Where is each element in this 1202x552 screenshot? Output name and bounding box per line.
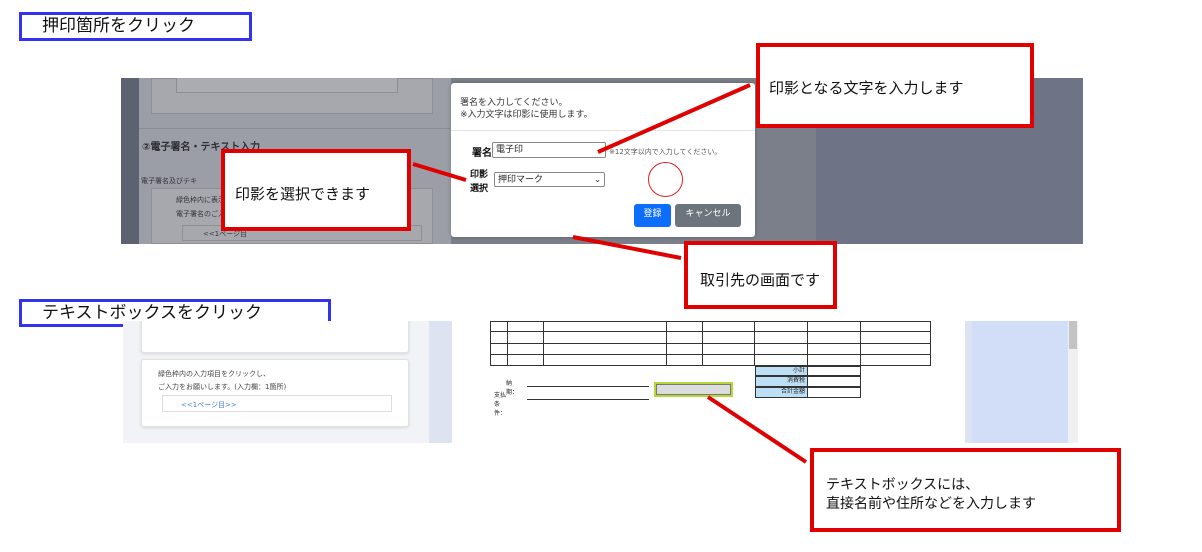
- delivery-label: 納期：: [506, 380, 519, 396]
- sign-input[interactable]: 電子印: [492, 142, 606, 158]
- lower-card-line1: 緑色枠内の入力項目をクリックし、: [158, 370, 270, 378]
- scrollbar[interactable]: [1068, 321, 1078, 443]
- callout-textbox-line1: テキストボックスには、: [826, 477, 980, 493]
- subtotal-value: [807, 366, 861, 376]
- lower-link-box[interactable]: <<1ページ目>>: [162, 395, 392, 412]
- table-row-line: [490, 331, 931, 332]
- callout-input-text-label: 印影となる文字を入力します: [769, 79, 964, 97]
- signature-modal: 署名を入力してください。 ※入力文字は印影に使用します。 署名 電子印 ※12文…: [451, 83, 755, 237]
- delivery-line: [527, 386, 649, 387]
- scrollbar-thumb[interactable]: [1069, 321, 1077, 349]
- seal-select-value: 押印マーク: [498, 175, 544, 185]
- modal-header: 署名を入力してください。 ※入力文字は印影に使用します。: [451, 83, 755, 131]
- callout-client-screen: 取引先の画面です: [684, 241, 837, 309]
- table-col-line: [754, 321, 755, 366]
- callout-textbox-line2: 直接名前や住所などを入力します: [826, 496, 1036, 512]
- table-col-line: [666, 321, 667, 366]
- callout-select-seal: 印影を選択できます: [221, 149, 411, 231]
- section-header-seal: 押印箇所をクリック: [19, 12, 252, 41]
- lower-instruction-card: 緑色枠内の入力項目をクリックし、 ご入力をお願いします。(入力欄：1箇所) <<…: [141, 359, 409, 427]
- table-row-line: [490, 354, 931, 355]
- lower-card-line2: ご入力をお願いします。(入力欄：1箇所): [158, 383, 287, 391]
- table-col-line: [702, 321, 703, 366]
- subtotal-label: 小計: [755, 366, 808, 376]
- sidebar-strip: [121, 78, 139, 244]
- lower-card-link[interactable]: <<1ページ目>>: [181, 400, 237, 410]
- table-col-line: [507, 321, 508, 366]
- table-col-line: [543, 321, 544, 366]
- lower-right-area: [972, 321, 1078, 443]
- lower-top-card: [141, 321, 409, 353]
- seal-label-2: 選択: [470, 184, 489, 194]
- register-button[interactable]: 登録: [634, 204, 671, 227]
- modal-note: ※入力文字は印影に使用します。: [460, 110, 593, 120]
- callout-input-text: 印影となる文字を入力します: [756, 43, 1034, 128]
- panel-divider: [139, 128, 451, 129]
- callout-client-screen-label: 取引先の画面です: [700, 271, 821, 289]
- seal-label-1: 印影: [470, 170, 489, 180]
- payment-line: [527, 399, 649, 400]
- text-input-box[interactable]: [654, 382, 733, 397]
- table-col-line: [860, 321, 861, 366]
- tax-value: [807, 376, 861, 387]
- panel-text-1: 電子署名及びテキ: [141, 177, 197, 185]
- section-header-seal-text: 押印箇所をクリック: [42, 16, 195, 36]
- seal-preview-circle: [648, 162, 683, 197]
- table-col-line: [807, 321, 808, 366]
- callout-select-seal-label: 印影を選択できます: [235, 185, 371, 203]
- total-value: [807, 387, 861, 398]
- payment-label: 支払条件：: [494, 392, 507, 417]
- cancel-button[interactable]: キャンセル: [675, 204, 741, 227]
- total-label: 合計金額: [755, 387, 808, 398]
- tax-label: 消費税: [755, 376, 808, 387]
- sign-hint: ※12文字以内で入力してください。: [609, 148, 722, 156]
- panel-text-3: 電子署名のご入: [176, 210, 225, 218]
- callout-textbox: テキストボックスには、 直接名前や住所などを入力します: [810, 448, 1121, 532]
- panel-text-2: 緑色枠内に表示: [176, 196, 225, 204]
- top-card-inner: [176, 78, 398, 93]
- table-row-line: [490, 343, 931, 344]
- section-header-textbox-text: テキストボックスをクリック: [42, 303, 262, 323]
- chevron-down-icon: ⌄: [594, 175, 601, 184]
- sign-label: 署名: [472, 148, 492, 159]
- top-card: [151, 78, 433, 114]
- seal-select[interactable]: 押印マーク ⌄: [494, 172, 605, 187]
